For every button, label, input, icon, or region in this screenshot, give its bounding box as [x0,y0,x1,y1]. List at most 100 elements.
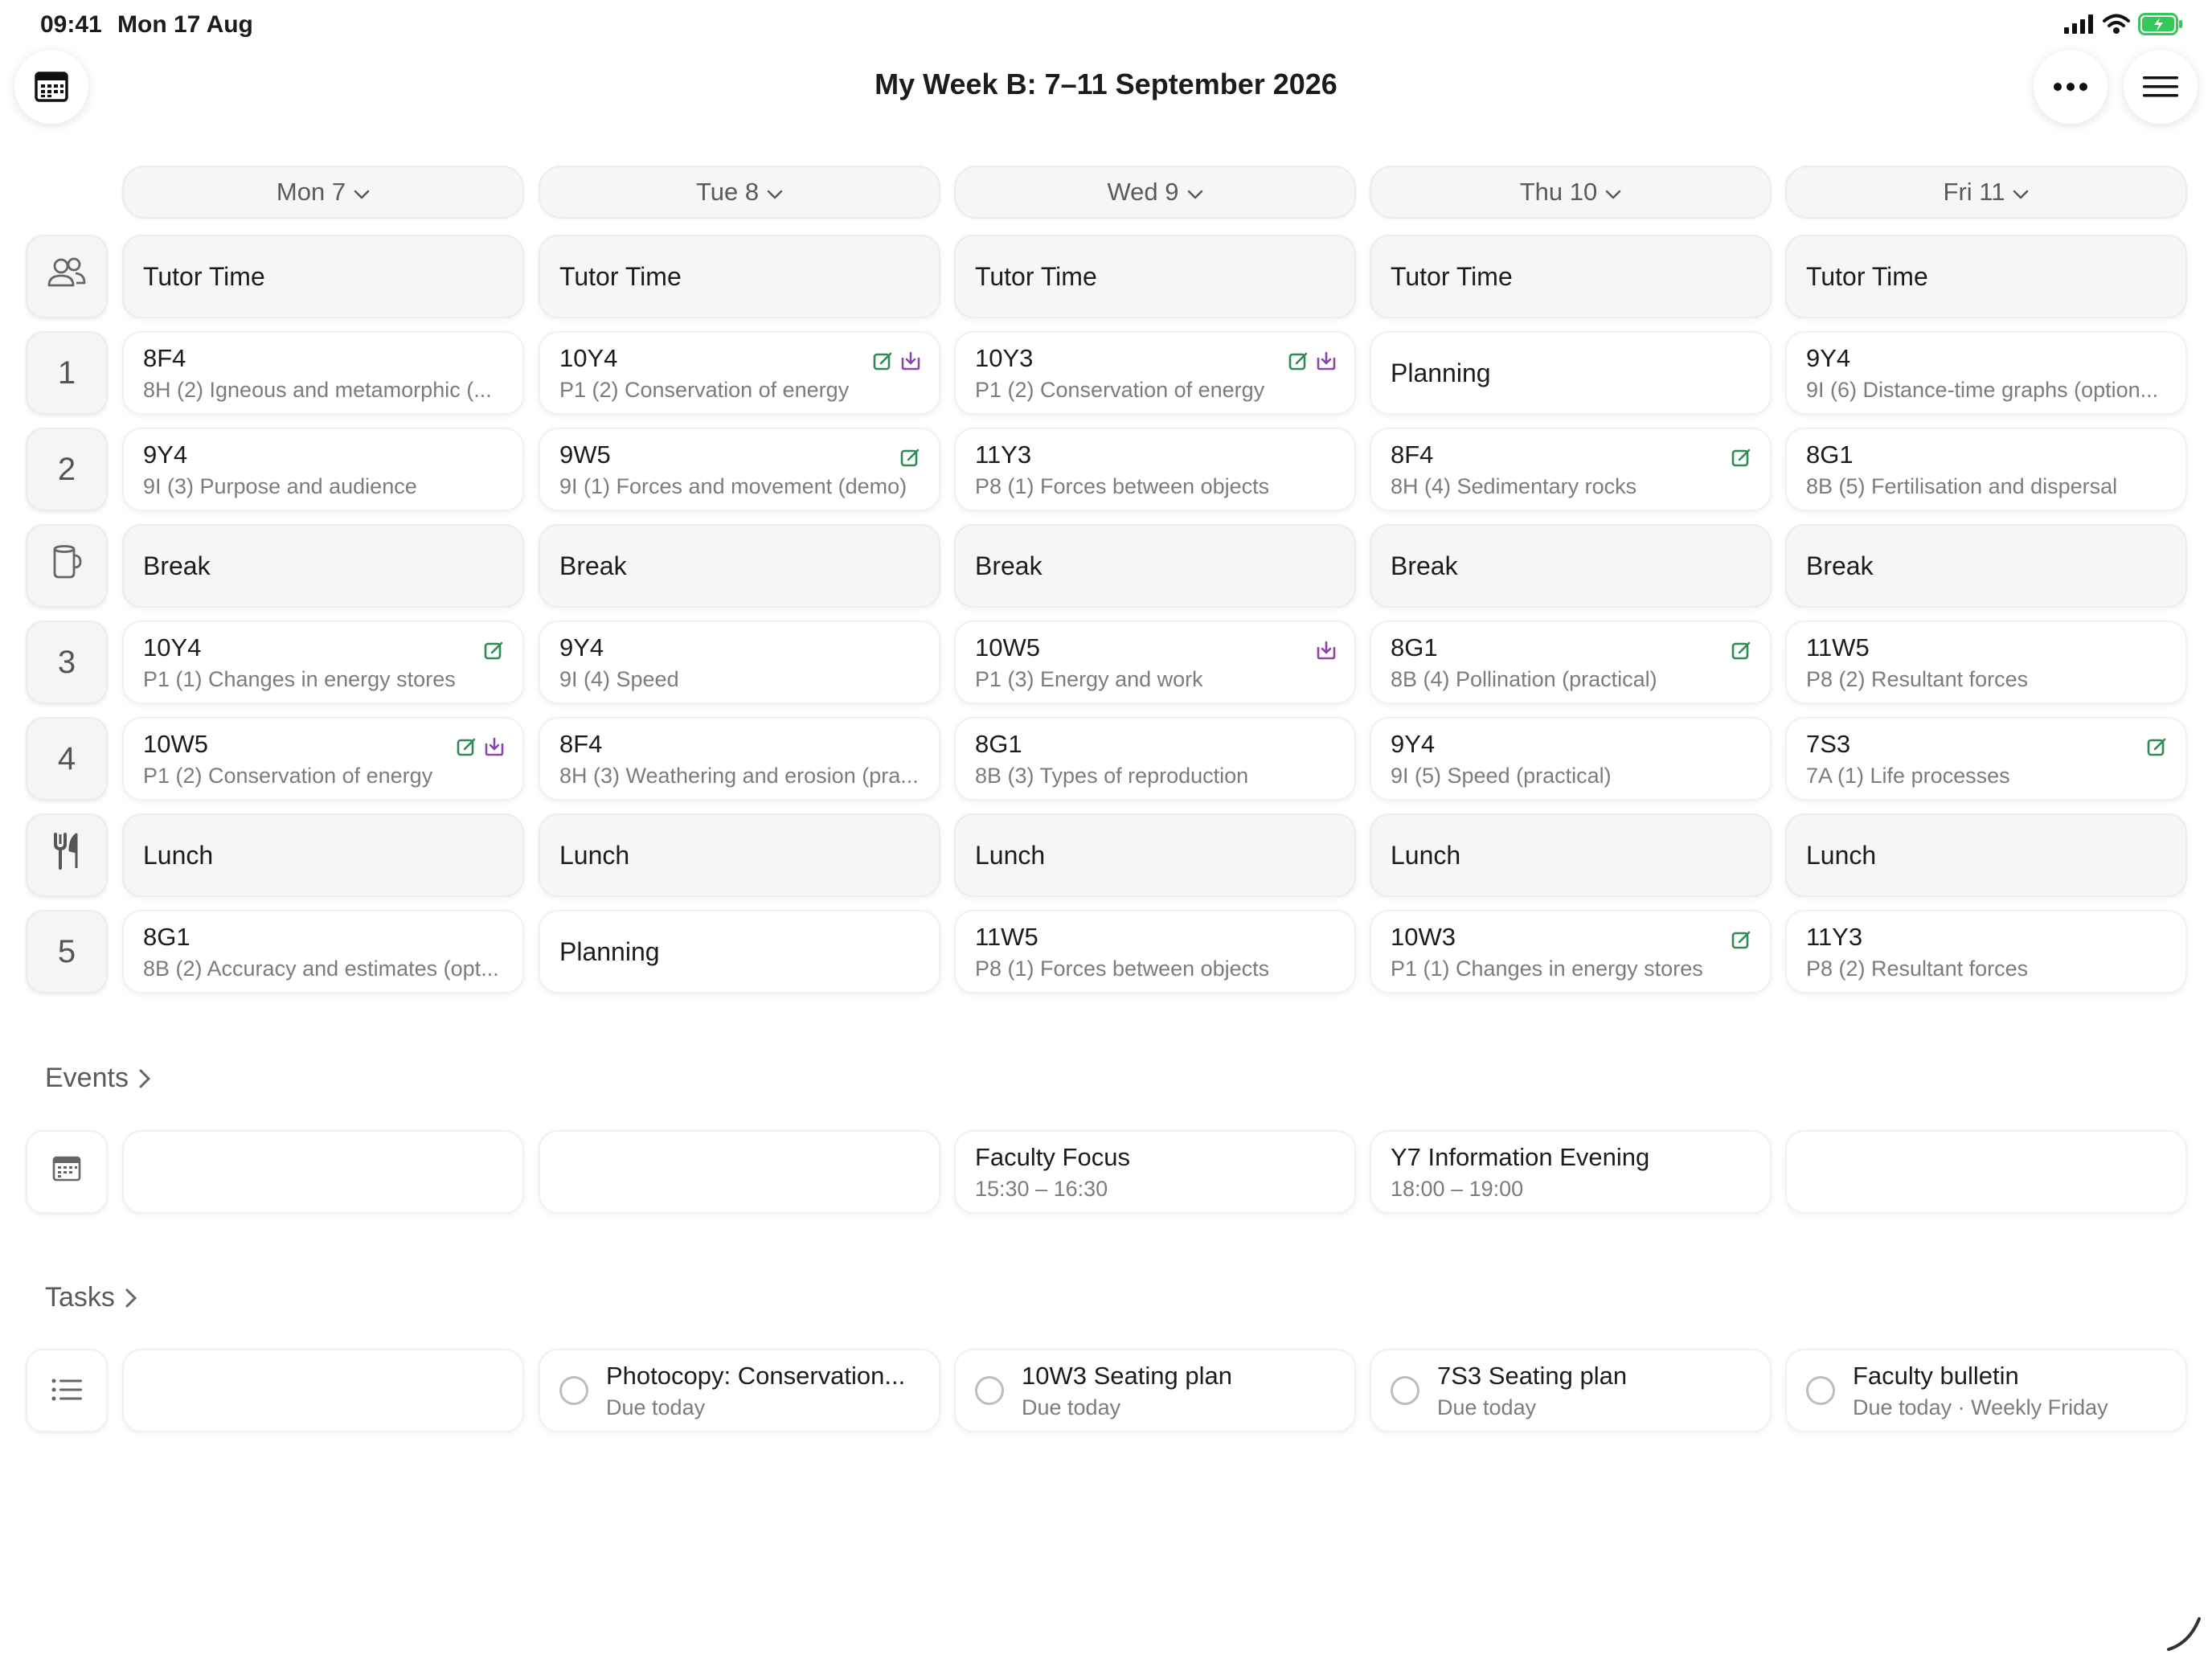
slot-label: Lunch [975,840,1046,870]
lesson-cell[interactable]: 8F4 8H (4) Sedimentary rocks [1370,428,1772,511]
break-cell[interactable]: Break [954,524,1356,608]
lunch-cell[interactable]: Lunch [954,813,1356,897]
events-section-header[interactable]: Events [45,1063,151,1094]
lesson-class-code: 11Y3 [975,440,1032,469]
lesson-cell[interactable]: Planning [1370,331,1772,415]
task-complete-checkbox[interactable] [1391,1376,1419,1405]
task-complete-checkbox[interactable] [975,1376,1004,1405]
period-tile: 2 [26,428,108,511]
task-title: 10W3 Seating plan [1022,1361,1232,1390]
lesson-cell[interactable]: 11W5 P8 (2) Resultant forces [1785,621,2187,704]
slot-label: Tutor Time [143,261,265,291]
lunch-cell[interactable]: Lunch [539,813,940,897]
lesson-topic: 8B (3) Types of reproduction [975,763,1249,788]
edit-note-icon[interactable] [873,350,894,375]
lesson-cell[interactable]: 10Y4 P1 (1) Changes in energy stores [122,621,524,704]
task-cell[interactable]: Faculty bulletin Due today · Weekly Frida… [1785,1349,2187,1432]
lesson-topic: 9I (5) Speed (practical) [1391,763,1612,788]
lesson-cell[interactable]: 9Y4 9I (4) Speed [539,621,940,704]
task-cell[interactable]: 10W3 Seating plan Due today [954,1349,1356,1432]
event-cell[interactable]: Y7 Information Evening 18:00 – 19:00 [1370,1130,1772,1214]
period-tile [26,813,108,897]
day-header-label: Fri 11 [1943,178,2005,206]
download-resource-icon[interactable] [900,350,921,375]
tutor-cell[interactable]: Tutor Time [1370,235,1772,318]
day-header-3[interactable]: Wed 9 [954,166,1356,219]
lesson-cell[interactable]: 11Y3 P8 (1) Forces between objects [954,428,1356,511]
lesson-cell[interactable]: 8G1 8B (5) Fertilisation and dispersal [1785,428,2187,511]
lesson-cell[interactable]: 9W5 9I (1) Forces and movement (demo) [539,428,940,511]
people-icon [46,256,88,297]
lesson-cell[interactable]: Planning [539,910,940,993]
lesson-class-code: 10Y4 [559,343,618,372]
download-resource-icon[interactable] [1316,640,1337,665]
period-number: 5 [57,933,76,969]
lesson-cell[interactable]: 8F4 8H (2) Igneous and metamorphic (... [122,331,524,415]
lesson-cell[interactable]: 10W5 P1 (2) Conservation of energy [122,717,524,801]
tutor-cell[interactable]: Tutor Time [954,235,1356,318]
lesson-class-code: 9W5 [559,440,611,469]
task-complete-checkbox[interactable] [559,1376,588,1405]
lesson-cell[interactable]: 11W5 P8 (1) Forces between objects [954,910,1356,993]
tutor-cell[interactable]: Tutor Time [539,235,940,318]
lesson-status-icons [1288,350,1337,375]
edit-note-icon[interactable] [457,736,477,761]
edit-note-icon[interactable] [1288,350,1309,375]
edit-note-icon[interactable] [2147,736,2168,761]
lesson-cell[interactable]: 7S3 7A (1) Life processes [1785,717,2187,801]
lesson-cell[interactable]: 8G1 8B (4) Pollination (practical) [1370,621,1772,704]
day-header-1[interactable]: Mon 7 [122,166,524,219]
more-button[interactable] [2034,50,2108,124]
edit-note-icon[interactable] [1731,447,1752,472]
lesson-class-code: 10Y3 [975,343,1034,372]
lesson-topic: 8H (2) Igneous and metamorphic (... [143,377,492,402]
lesson-cell[interactable]: 11Y3 P8 (2) Resultant forces [1785,910,2187,993]
task-complete-checkbox[interactable] [1806,1376,1835,1405]
lesson-cell[interactable]: 8F4 8H (3) Weathering and erosion (pra... [539,717,940,801]
task-text: 10W3 Seating plan Due today [1022,1362,1232,1420]
cup-icon [51,544,83,588]
lesson-cell[interactable]: 9Y4 9I (6) Distance-time graphs (option..… [1785,331,2187,415]
tasks-section-header[interactable]: Tasks [45,1282,137,1313]
break-cell[interactable]: Break [539,524,940,608]
lunch-cell[interactable]: Lunch [1785,813,2187,897]
day-header-4[interactable]: Thu 10 [1370,166,1772,219]
chevron-down-icon [354,178,370,207]
lesson-cell[interactable]: 9Y4 9I (5) Speed (practical) [1370,717,1772,801]
lunch-cell[interactable]: Lunch [122,813,524,897]
lesson-cell[interactable]: 10W3 P1 (1) Changes in energy stores [1370,910,1772,993]
lesson-cell[interactable]: 8G1 8B (2) Accuracy and estimates (opt... [122,910,524,993]
wifi-icon [2103,14,2130,34]
lesson-cell[interactable]: 8G1 8B (3) Types of reproduction [954,717,1356,801]
task-cell[interactable]: Photocopy: Conservation... Due today [539,1349,940,1432]
lesson-cell[interactable]: 10W5 P1 (3) Energy and work [954,621,1356,704]
break-cell[interactable]: Break [1785,524,2187,608]
lunch-cell[interactable]: Lunch [1370,813,1772,897]
task-cell[interactable]: 7S3 Seating plan Due today [1370,1349,1772,1432]
lesson-cell[interactable]: 9Y4 9I (3) Purpose and audience [122,428,524,511]
edit-note-icon[interactable] [1731,929,1752,954]
event-title: Faculty Focus [975,1142,1130,1171]
edit-note-icon[interactable] [1731,640,1752,665]
slot-label: Break [975,551,1043,580]
event-cell[interactable]: Faculty Focus 15:30 – 16:30 [954,1130,1356,1214]
period-number: 4 [57,740,76,776]
tutor-cell[interactable]: Tutor Time [1785,235,2187,318]
lesson-class-code: 8G1 [1806,440,1854,469]
download-resource-icon[interactable] [1316,350,1337,375]
menu-button[interactable] [2124,50,2198,124]
break-cell[interactable]: Break [1370,524,1772,608]
lesson-cell[interactable]: 10Y3 P1 (2) Conservation of energy [954,331,1356,415]
slot-label: Break [1391,551,1458,580]
day-header-5[interactable]: Fri 11 [1785,166,2187,219]
break-cell[interactable]: Break [122,524,524,608]
lesson-topic: 9I (6) Distance-time graphs (option... [1806,377,2159,402]
edit-note-icon[interactable] [484,640,505,665]
lesson-cell[interactable]: 10Y4 P1 (2) Conservation of energy [539,331,940,415]
download-resource-icon[interactable] [484,736,505,761]
lesson-topic: P1 (1) Changes in energy stores [143,666,456,691]
day-header-2[interactable]: Tue 8 [539,166,940,219]
edit-note-icon[interactable] [900,447,921,472]
status-date: Mon 17 Aug [117,11,253,38]
tutor-cell[interactable]: Tutor Time [122,235,524,318]
